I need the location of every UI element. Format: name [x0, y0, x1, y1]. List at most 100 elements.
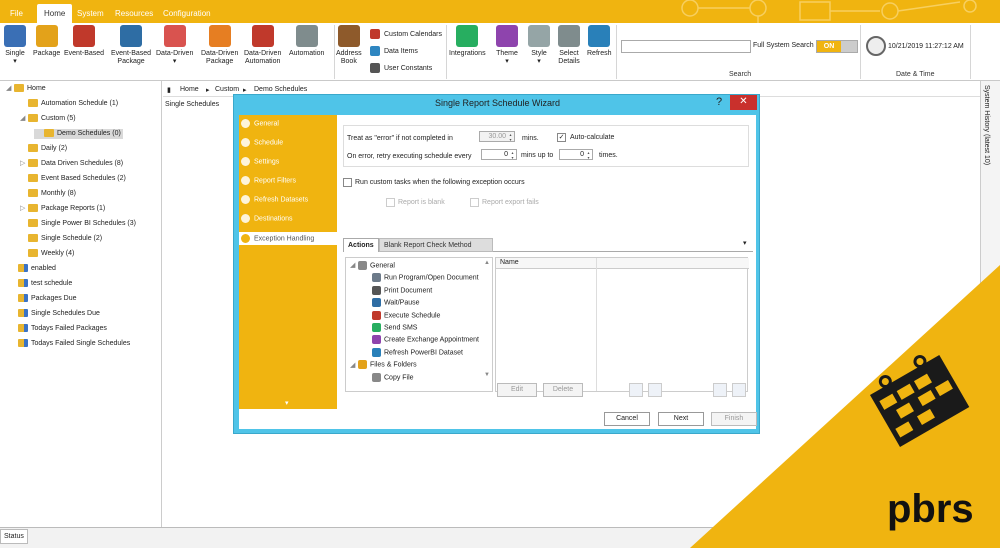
breadcrumb-demo[interactable]: Demo Schedules — [254, 86, 307, 93]
report-export-fails-checkbox[interactable] — [470, 198, 479, 207]
actions-tree[interactable]: ◢ General Run Program/Open Document Print D… — [345, 257, 493, 392]
breadcrumb-custom[interactable]: Custom — [215, 86, 239, 93]
tree-item[interactable]: Monthly (8) — [20, 189, 76, 199]
breadcrumb-home[interactable]: Home — [180, 86, 199, 93]
wizard-nav-exception-handling[interactable]: Exception Handling — [239, 232, 337, 245]
tree-item[interactable]: Automation Schedule (1) — [20, 99, 118, 109]
ribbon-button-label: Theme — [496, 50, 518, 57]
tab-actions[interactable]: Actions — [343, 238, 379, 252]
custom-calendars-button[interactable]: Custom Calendars — [370, 29, 442, 39]
expander-icon[interactable]: ◢ — [20, 114, 28, 124]
action-item[interactable]: Send SMS — [372, 323, 417, 332]
import-icon[interactable] — [713, 383, 727, 397]
next-button[interactable]: Next — [658, 412, 704, 426]
folder-icon — [44, 129, 54, 138]
full-system-search-input[interactable] — [621, 40, 751, 53]
search-toggle[interactable]: ON — [816, 40, 858, 53]
ribbon-button-package[interactable]: Package — [33, 25, 60, 58]
smart-folder-item[interactable]: enabled — [18, 264, 56, 274]
data-items-button[interactable]: Data Items — [370, 46, 418, 56]
wizard-nav-report-filters[interactable]: Report Filters — [241, 176, 296, 185]
export-icon[interactable] — [732, 383, 746, 397]
wizard-nav-schedule[interactable]: Schedule — [241, 138, 283, 147]
action-item[interactable]: Execute Schedule — [372, 310, 440, 320]
ribbon-button-single-schedule[interactable]: Single ▾ — [4, 25, 26, 66]
run-custom-tasks-checkbox[interactable] — [343, 178, 352, 187]
tree-item[interactable]: Weekly (4) — [20, 249, 74, 259]
report-blank-checkbox[interactable] — [386, 198, 395, 207]
expander-icon[interactable]: ◢ — [350, 261, 358, 269]
wizard-nav-general[interactable]: General — [241, 119, 279, 128]
action-item[interactable]: Create Exchange Appointment — [372, 335, 479, 345]
tree-item[interactable]: Single Power BI Schedules (3) — [20, 219, 136, 229]
ribbon-button-integrations[interactable]: Integrations — [449, 25, 486, 58]
close-icon[interactable]: ✕ — [730, 95, 757, 110]
ribbon-button-style[interactable]: Style ▾ — [528, 25, 550, 66]
smart-folder-item[interactable]: Todays Failed Single Schedules — [18, 339, 130, 349]
tree-item[interactable]: ◢ Home — [6, 84, 46, 94]
actions-grid[interactable]: Name — [495, 257, 749, 392]
smart-folder-item[interactable]: test schedule — [18, 279, 72, 289]
error-timeout-input[interactable]: 30.00 — [479, 131, 515, 142]
ribbon-button-data-driven-automation[interactable]: Data-Driven Automation — [244, 25, 281, 66]
ribbon-button-select-details[interactable]: Select Details — [558, 25, 580, 66]
ribbon-button-refresh[interactable]: Refresh — [587, 25, 612, 58]
tab-system[interactable]: System — [70, 4, 111, 23]
edit-button[interactable]: Edit — [497, 383, 537, 397]
status-tab[interactable]: Status — [0, 529, 28, 544]
action-item[interactable]: Refresh PowerBI Dataset — [372, 347, 463, 357]
finish-button[interactable]: Finish — [711, 412, 757, 426]
action-item[interactable]: Copy File — [372, 372, 414, 382]
ribbon-button-data-driven[interactable]: Data-Driven ▾ — [156, 25, 193, 66]
ribbon-button-automation[interactable]: Automation — [289, 25, 324, 58]
auto-calculate-checkbox[interactable]: ✓ — [557, 133, 566, 142]
expander-icon[interactable]: ◢ — [350, 361, 358, 369]
expander-icon[interactable]: ▷ — [20, 204, 28, 214]
tree-item[interactable]: Event Based Schedules (2) — [20, 174, 126, 184]
ribbon-button-address-book[interactable]: Address Book — [336, 25, 362, 66]
action-category[interactable]: ◢ General — [350, 261, 395, 270]
tab-home[interactable]: Home — [37, 4, 73, 23]
expander-icon[interactable]: ▷ — [20, 159, 28, 169]
smart-folder-item[interactable]: Todays Failed Packages — [18, 324, 107, 334]
ribbon-button-theme[interactable]: Theme ▾ — [496, 25, 518, 66]
action-category[interactable]: ◢ Files & Folders — [350, 360, 417, 370]
scroll-down-icon[interactable]: ▼ — [484, 372, 490, 378]
move-up-icon[interactable] — [648, 383, 662, 397]
retry-times-input[interactable]: 0 — [559, 149, 593, 160]
tab-resources[interactable]: Resources — [108, 4, 160, 23]
expander-icon[interactable]: ◢ — [6, 84, 14, 94]
user-constants-button[interactable]: User Constants — [370, 63, 432, 73]
smart-folder-item[interactable]: Single Schedules Due — [18, 309, 100, 319]
tree-item[interactable]: ▷ Package Reports (1) — [20, 204, 105, 214]
wizard-nav-destinations[interactable]: Destinations — [241, 214, 293, 223]
tree-item[interactable]: ◢ Custom (5) — [20, 114, 76, 124]
tree-item[interactable]: Single Schedule (2) — [20, 234, 102, 244]
tree-item[interactable]: ▷ Data Driven Schedules (8) — [20, 159, 123, 169]
tab-configuration[interactable]: Configuration — [156, 4, 218, 23]
ribbon-button-event-based[interactable]: Event-Based — [64, 25, 104, 58]
move-down-icon[interactable] — [629, 383, 643, 397]
tree-item[interactable]: Daily (2) — [20, 144, 67, 154]
select-details-icon — [558, 25, 580, 47]
retry-interval-input[interactable]: 0 — [481, 149, 517, 160]
action-item[interactable]: Print Document — [372, 285, 432, 295]
ribbon-button-data-driven-package[interactable]: Data-Driven Package — [201, 25, 238, 66]
wizard-nav-refresh-datasets[interactable]: Refresh Datasets — [241, 195, 308, 204]
action-item[interactable]: Run Program/Open Document — [372, 273, 479, 283]
smart-folder-item[interactable]: Packages Due — [18, 294, 77, 304]
cancel-button[interactable]: Cancel — [604, 412, 650, 426]
ribbon-button-event-package[interactable]: Event-Based Package — [111, 25, 151, 66]
action-item[interactable]: Wait/Pause — [372, 298, 420, 308]
chevron-down-icon[interactable]: ▾ — [743, 239, 747, 247]
delete-button[interactable]: Delete — [543, 383, 583, 397]
wizard-nav-settings[interactable]: Settings — [241, 157, 279, 166]
appointment-icon — [372, 335, 381, 345]
tree-item[interactable]: Demo Schedules (0) — [34, 129, 123, 139]
help-icon[interactable]: ? — [716, 96, 722, 108]
scroll-up-icon[interactable]: ▲ — [484, 260, 490, 266]
tab-blank-report-check[interactable]: Blank Report Check Method — [379, 238, 493, 252]
nav-more-icon[interactable]: ▾ — [285, 399, 289, 407]
tab-file[interactable]: File — [3, 4, 30, 23]
system-history-panel[interactable]: System History (latest 10) — [980, 81, 1000, 527]
